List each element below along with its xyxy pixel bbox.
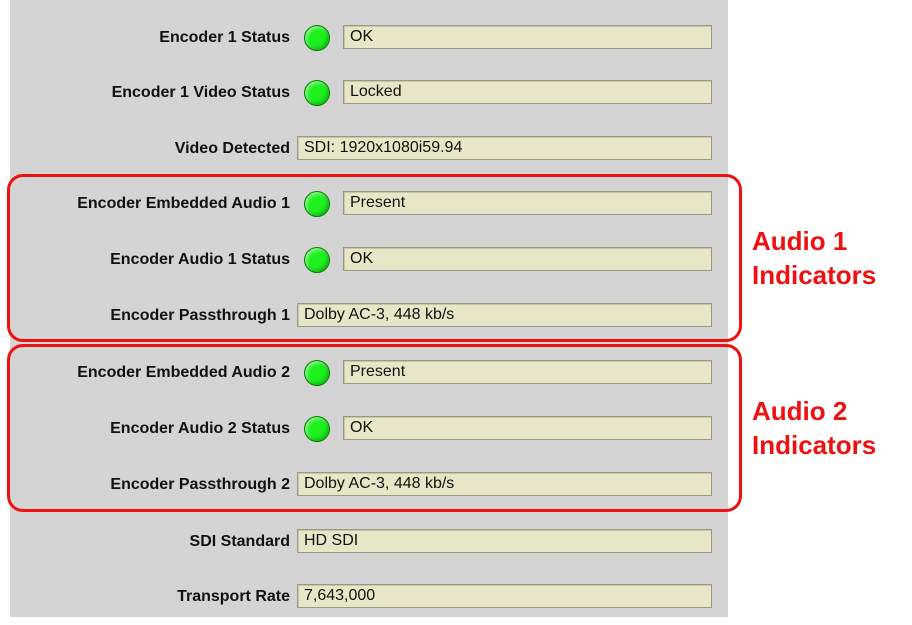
status-value-field: HD SDI — [297, 529, 712, 553]
status-value-field: OK — [343, 25, 712, 49]
callout-line: Audio 2 — [752, 396, 848, 426]
status-label: Encoder 1 Video Status — [111, 84, 290, 101]
status-label: SDI Standard — [189, 533, 290, 550]
status-value-field: SDI: 1920x1080i59.94 — [297, 136, 712, 160]
callout-line: Audio 1 — [752, 226, 848, 256]
status-row-encoder-1-status: Encoder 1 Status OK — [10, 10, 728, 66]
audio-2-highlight-box — [7, 344, 742, 512]
callout-line: Indicators — [752, 430, 877, 460]
status-label: Encoder 1 Status — [159, 29, 290, 46]
status-led-icon — [304, 80, 330, 106]
status-value-field: 7,643,000 — [297, 584, 712, 608]
status-led-icon — [304, 25, 330, 51]
status-row-sdi-standard: SDI Standard HD SDI — [10, 514, 728, 570]
status-value-field: Locked — [343, 80, 712, 104]
audio-1-highlight-box — [7, 174, 742, 342]
audio-1-callout: Audio 1 Indicators — [752, 224, 876, 292]
status-label: Video Detected — [174, 140, 290, 157]
audio-2-callout: Audio 2 Indicators — [752, 394, 876, 462]
callout-line: Indicators — [752, 260, 877, 290]
status-row-encoder-1-video-status: Encoder 1 Video Status Locked — [10, 65, 728, 121]
status-row-video-detected: Video Detected SDI: 1920x1080i59.94 — [10, 121, 728, 177]
